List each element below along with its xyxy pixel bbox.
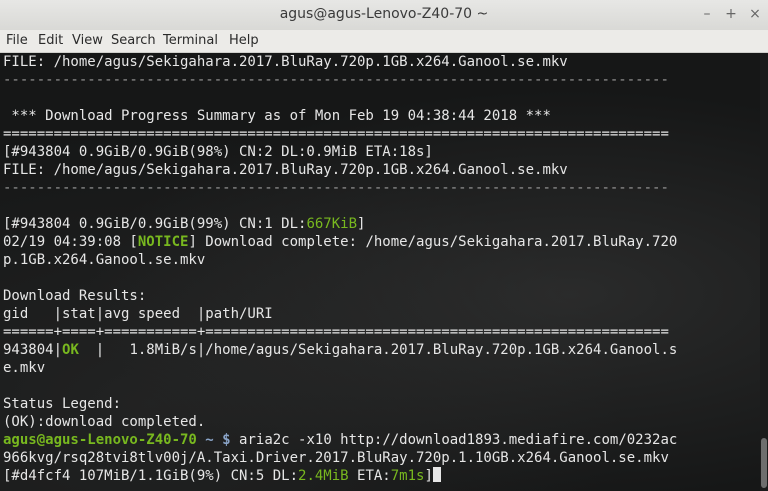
terminal-line: p.1GB.x264.Ganool.se.mkv bbox=[3, 252, 206, 268]
progress-text: [#d4fcf4 107MiB/1.1GiB(9%) CN:5 DL: bbox=[3, 468, 299, 484]
terminal-line: gid |stat|avg speed |path/URI bbox=[3, 306, 273, 322]
terminal-line: [#d4fcf4 107MiB/1.1GiB(9%) CN:5 DL:2.4Mi… bbox=[3, 467, 441, 485]
terminal-line: 943804|OK | 1.8MiB/s|/home/agus/Sekigaha… bbox=[3, 341, 677, 359]
status-ok: OK bbox=[62, 342, 79, 358]
terminal-line: [#943804 0.9GiB/0.9GiB(98%) CN:2 DL:0.9M… bbox=[3, 144, 433, 160]
close-button[interactable]: × bbox=[746, 5, 764, 23]
text-cursor bbox=[432, 467, 441, 482]
menu-search[interactable]: Search bbox=[111, 33, 156, 48]
terminal-window: agus@agus-Lenovo-Z40-70 ~ – + × File Edi… bbox=[0, 0, 768, 491]
terminal-line: Status Legend: bbox=[3, 396, 122, 412]
menu-terminal[interactable]: Terminal bbox=[163, 33, 218, 48]
prompt-user: agus@agus-Lenovo-Z40-70 bbox=[3, 432, 197, 448]
terminal-line: e.mkv bbox=[3, 360, 46, 376]
maximize-button[interactable]: + bbox=[722, 5, 740, 23]
scrollbar[interactable] bbox=[760, 53, 768, 491]
menu-bar: File Edit View Search Terminal Help bbox=[0, 30, 768, 53]
result-gid: 943804| bbox=[3, 342, 63, 358]
terminal-line: ========================================… bbox=[3, 126, 669, 142]
notice-tag: NOTICE bbox=[137, 234, 189, 250]
menu-view[interactable]: View bbox=[72, 33, 103, 48]
download-speed: 667KiB bbox=[306, 216, 358, 232]
menu-help[interactable]: Help bbox=[229, 33, 259, 48]
terminal-line: 966kvg/rsq28tvi8tlv00j/A.Taxi.Driver.201… bbox=[3, 450, 669, 466]
terminal-line: ======+====+===========+================… bbox=[3, 324, 669, 340]
menu-edit[interactable]: Edit bbox=[38, 33, 63, 48]
terminal-line: FILE: /home/agus/Sekigahara.2017.BluRay.… bbox=[3, 162, 568, 178]
prompt-path: ~ $ bbox=[196, 432, 240, 448]
terminal-output[interactable]: FILE: /home/agus/Sekigahara.2017.BluRay.… bbox=[0, 53, 760, 491]
terminal-line: [#943804 0.9GiB/0.9GiB(99%) CN:1 DL:667K… bbox=[3, 215, 365, 233]
progress-text: ] bbox=[424, 468, 433, 484]
minimize-button[interactable]: – bbox=[698, 5, 716, 23]
terminal-line: 02/19 04:39:08 [NOTICE] Download complet… bbox=[3, 233, 677, 251]
window-title: agus@agus-Lenovo-Z40-70 ~ bbox=[279, 6, 489, 22]
progress-text: ETA: bbox=[348, 468, 391, 484]
eta-value: 7m1s bbox=[390, 468, 425, 484]
terminal-line: Download Results: bbox=[3, 288, 147, 304]
log-message: ] Download complete: /home/agus/Sekigaha… bbox=[188, 234, 678, 250]
result-details: | 1.8MiB/s|/home/agus/Sekigahara.2017.Bl… bbox=[78, 342, 678, 358]
terminal-line: FILE: /home/agus/Sekigahara.2017.BluRay.… bbox=[3, 54, 568, 70]
prompt-line: agus@agus-Lenovo-Z40-70 ~ $ aria2c -x10 … bbox=[3, 431, 677, 449]
title-bar[interactable]: agus@agus-Lenovo-Z40-70 ~ – + × bbox=[0, 0, 768, 31]
terminal-line: (OK):download completed. bbox=[3, 414, 206, 430]
scrollbar-thumb[interactable] bbox=[761, 438, 767, 488]
terminal-line: ----------------------------------------… bbox=[3, 72, 669, 88]
progress-text: ] bbox=[357, 216, 366, 232]
download-speed: 2.4MiB bbox=[298, 468, 349, 484]
terminal-line: *** Download Progress Summary as of Mon … bbox=[3, 108, 551, 124]
progress-text: [#943804 0.9GiB/0.9GiB(99%) CN:1 DL: bbox=[3, 216, 307, 232]
command-text: aria2c -x10 http://download1893.mediafir… bbox=[239, 432, 678, 448]
terminal-line: ----------------------------------------… bbox=[3, 180, 669, 196]
menu-file[interactable]: File bbox=[6, 33, 28, 48]
log-timestamp: 02/19 04:39:08 [ bbox=[3, 234, 138, 250]
